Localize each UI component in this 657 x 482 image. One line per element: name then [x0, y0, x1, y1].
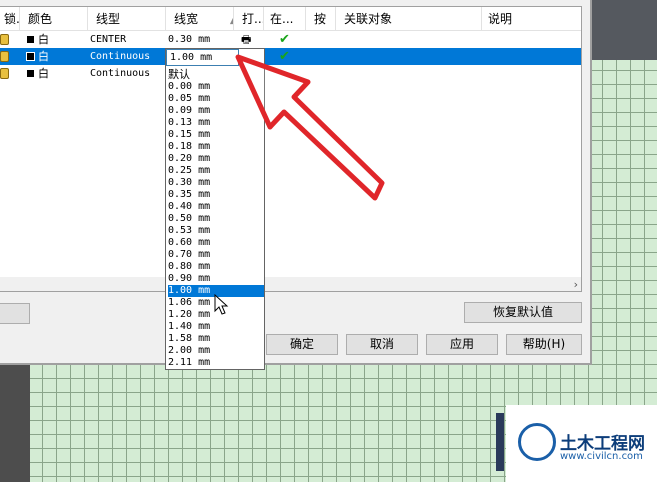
watermark-side-bar	[496, 413, 504, 471]
watermark-url: www.civilcn.com	[560, 451, 643, 462]
globe-logo-icon	[518, 423, 556, 461]
watermark-badge: 土木工程网 www.civilcn.com	[496, 405, 657, 482]
red-arrow-shape	[235, 54, 385, 201]
cursor-icon	[214, 294, 229, 315]
